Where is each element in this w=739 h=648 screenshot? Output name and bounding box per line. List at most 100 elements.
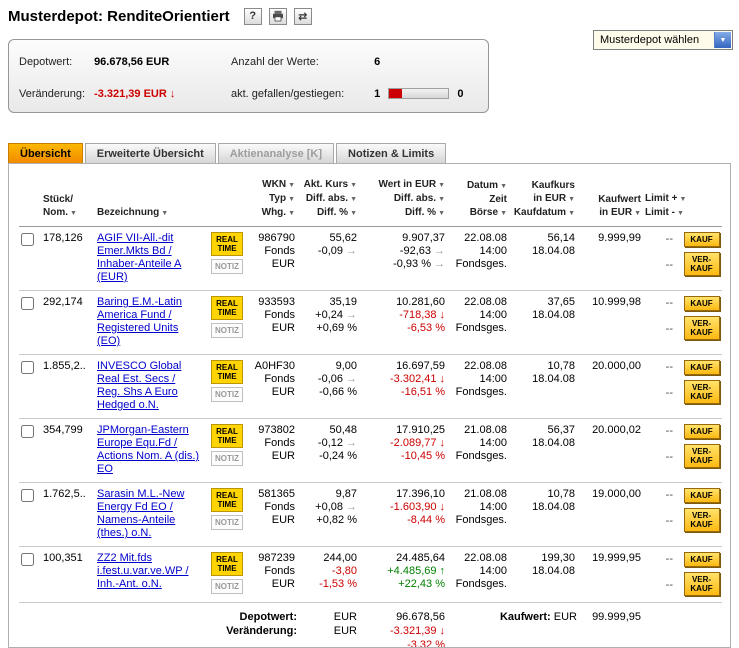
verkauf-button[interactable]: VER- KAUF: [684, 316, 720, 340]
row-select-checkbox[interactable]: [21, 233, 34, 246]
tab-uebersicht[interactable]: Übersicht: [8, 143, 83, 163]
notiz-badge[interactable]: NOTIZ: [211, 259, 243, 274]
wert-diff-abs: -2.089,77↓: [361, 437, 445, 450]
wert-value: 9.907,37: [361, 232, 445, 245]
kaufdatum-value: 18.04.08: [511, 437, 575, 450]
verkauf-button[interactable]: VER- KAUF: [684, 252, 720, 276]
position-name-link[interactable]: AGIF VII-All.-dit Emer.Mkts Bd / Inhaber…: [97, 232, 181, 283]
row-select-checkbox[interactable]: [21, 361, 34, 374]
depot-select-dropdown[interactable]: Musterdepot wählen ▼: [593, 30, 733, 50]
sort-icon[interactable]: ▼: [288, 196, 295, 203]
sort-icon[interactable]: ▼: [350, 182, 357, 189]
row-select-checkbox[interactable]: [21, 297, 34, 310]
badges-cell: REAL TIME NOTIZ: [205, 360, 249, 402]
table-row: 1.855,2.. INVESCO Global Real Est. Secs …: [19, 355, 722, 419]
kauf-button[interactable]: KAUF: [684, 424, 720, 439]
kurs-cell: 9,87 +0,08→ +0,82 %: [299, 488, 361, 527]
sort-icon[interactable]: ▼: [70, 210, 77, 217]
notiz-badge[interactable]: NOTIZ: [211, 579, 243, 594]
kauf-button[interactable]: KAUF: [684, 360, 720, 375]
verkauf-button[interactable]: VER- KAUF: [684, 508, 720, 532]
wert-diff-pct: -0,93 %→: [361, 258, 445, 271]
kaufwert-cell: 9.999,99: [579, 232, 645, 245]
chevron-down-icon[interactable]: ▼: [714, 32, 731, 48]
kurs-value: 9,00: [299, 360, 357, 373]
position-name-link[interactable]: Sarasin M.L.-New Energy Fd EO / Namens-A…: [97, 488, 184, 539]
down-arrow-icon: ↓: [170, 88, 176, 100]
kauf-button[interactable]: KAUF: [684, 552, 720, 567]
limit-plus-value: --: [645, 425, 673, 438]
row-select-checkbox[interactable]: [21, 553, 34, 566]
sort-icon[interactable]: ▼: [350, 210, 357, 217]
realtime-badge[interactable]: REAL TIME: [211, 488, 243, 512]
datum-value: 21.08.08: [449, 424, 507, 437]
kaufkurs-cell: 199,30 18.04.08: [511, 552, 579, 578]
stueck-value: 1.762,5..: [43, 488, 97, 501]
kurs-diff-abs: -3,80: [299, 565, 357, 578]
kaufkurs-cell: 10,78 18.04.08: [511, 360, 579, 386]
kaufwert-cell: 19.000,00: [579, 488, 645, 501]
kaufkurs-value: 37,65: [511, 296, 575, 309]
row-select-checkbox[interactable]: [21, 425, 34, 438]
position-name-link[interactable]: INVESCO Global Real Est. Secs / Reg. Shs…: [97, 360, 181, 411]
realtime-badge[interactable]: REAL TIME: [211, 552, 243, 576]
verkauf-button[interactable]: VER- KAUF: [684, 444, 720, 468]
print-icon[interactable]: [269, 8, 287, 25]
gestiegen-count: 0: [457, 88, 463, 100]
verkauf-button[interactable]: VER- KAUF: [684, 380, 720, 404]
position-name-link[interactable]: JPMorgan-Eastern Europe Equ.Fd / Actions…: [97, 424, 199, 475]
sort-icon[interactable]: ▼: [677, 210, 684, 217]
sort-icon[interactable]: ▼: [568, 196, 575, 203]
sort-icon[interactable]: ▼: [500, 183, 507, 190]
kauf-button[interactable]: KAUF: [684, 488, 720, 503]
realtime-badge[interactable]: REAL TIME: [211, 360, 243, 384]
wert-diff-pct: -10,45 %: [361, 450, 445, 463]
wkn-value: 987239: [249, 552, 295, 565]
sort-icon[interactable]: ▼: [568, 210, 575, 217]
wert-diff-abs: -718,38↓: [361, 309, 445, 322]
notiz-badge[interactable]: NOTIZ: [211, 515, 243, 530]
position-name-link[interactable]: ZZ2 Mit.fds i.fest.u.var.ve.WP / Inh.-An…: [97, 552, 189, 590]
wert-value: 17.396,10: [361, 488, 445, 501]
notiz-badge[interactable]: NOTIZ: [211, 323, 243, 338]
notiz-badge[interactable]: NOTIZ: [211, 451, 243, 466]
footer-veraenderung-label: Veränderung:: [19, 624, 299, 638]
sort-icon[interactable]: ▼: [288, 210, 295, 217]
kaufwert-value: 10.999,98: [579, 296, 641, 309]
boerse-value: Fondsges.: [449, 578, 507, 591]
kurs-diff-pct: -1,53 %: [299, 578, 357, 591]
sort-icon[interactable]: ▼: [438, 210, 445, 217]
sort-icon[interactable]: ▼: [161, 210, 168, 217]
kaufkurs-cell: 37,65 18.04.08: [511, 296, 579, 322]
kaufkurs-value: 56,14: [511, 232, 575, 245]
position-name-link[interactable]: Baring E.M.-Latin America Fund / Registe…: [97, 296, 182, 347]
sort-icon[interactable]: ▼: [288, 182, 295, 189]
sort-icon[interactable]: ▼: [500, 210, 507, 217]
wert-diff-pct: +22,43 %: [361, 578, 445, 591]
help-icon[interactable]: ?: [244, 8, 262, 25]
kauf-button[interactable]: KAUF: [684, 296, 720, 311]
notiz-badge[interactable]: NOTIZ: [211, 387, 243, 402]
tab-erweiterte-uebersicht[interactable]: Erweiterte Übersicht: [85, 143, 216, 163]
sort-icon[interactable]: ▼: [438, 182, 445, 189]
wkn-value: 973802: [249, 424, 295, 437]
kauf-button[interactable]: KAUF: [684, 232, 720, 247]
kaufwert-cell: 19.999,95: [579, 552, 645, 565]
sort-icon[interactable]: ▼: [634, 210, 641, 217]
tab-notizen-limits[interactable]: Notizen & Limits: [336, 143, 446, 163]
sort-icon[interactable]: ▼: [350, 196, 357, 203]
kurs-diff-abs: -0,09→: [299, 245, 357, 258]
sort-icon[interactable]: ▼: [438, 196, 445, 203]
footer-depotwert-value: 96.678,56: [361, 610, 449, 624]
boerse-value: Fondsges.: [449, 514, 507, 527]
verkauf-button[interactable]: VER- KAUF: [684, 572, 720, 596]
row-select-checkbox[interactable]: [21, 489, 34, 502]
zeit-value: 14:00: [449, 309, 507, 322]
realtime-badge[interactable]: REAL TIME: [211, 296, 243, 320]
realtime-badge[interactable]: REAL TIME: [211, 232, 243, 256]
realtime-badge[interactable]: REAL TIME: [211, 424, 243, 448]
sort-icon[interactable]: ▼: [680, 196, 687, 203]
swap-icon[interactable]: ⇄: [294, 8, 312, 25]
waehrung-value: EUR: [249, 322, 295, 335]
datum-cell: 22.08.08 14:00 Fondsges.: [449, 232, 511, 271]
